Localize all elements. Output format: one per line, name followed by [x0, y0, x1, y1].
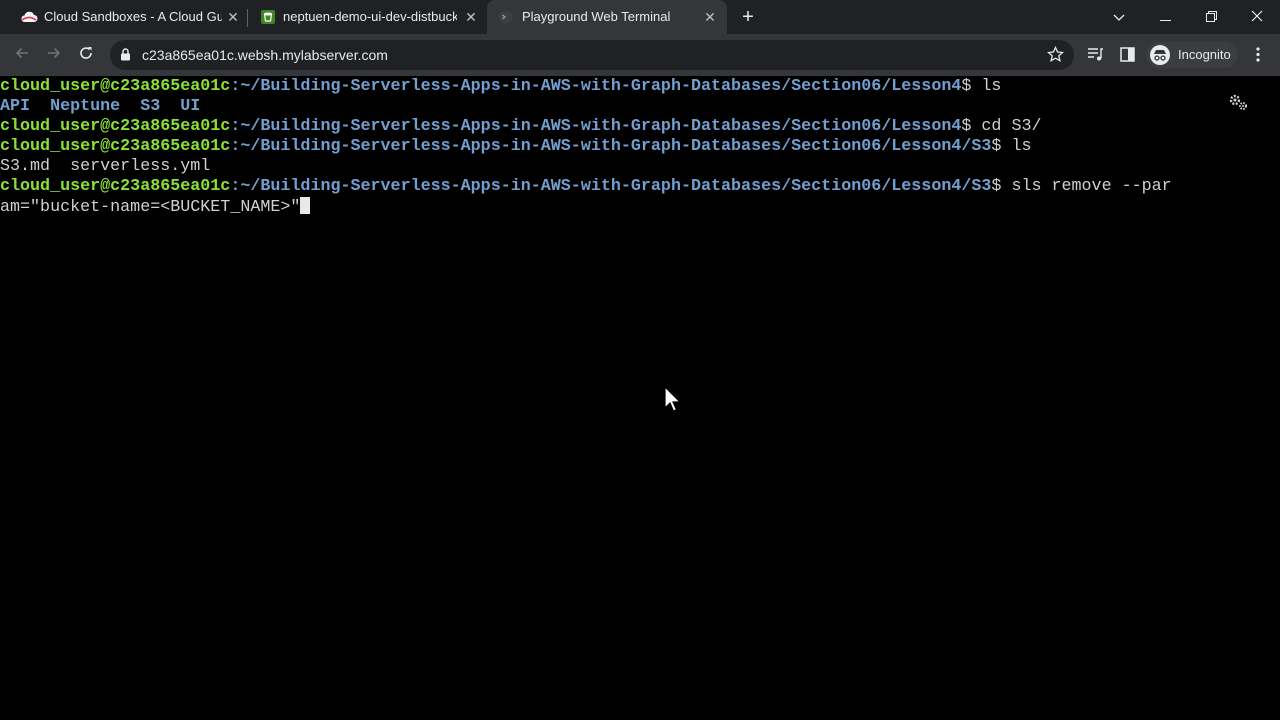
prompt-path: :~/Building-Serverless-Apps-in-AWS-with-…: [230, 137, 992, 156]
terminal-line: am="bucket-name=<BUCKET_NAME>": [0, 197, 311, 217]
mouse-pointer-icon: [664, 385, 682, 419]
tab-title: Cloud Sandboxes - A Cloud Guru: [44, 9, 222, 24]
prompt-user: cloud_user@c23a865ea01c: [0, 137, 231, 156]
prompt-path: :~/Building-Serverless-Apps-in-AWS-with-…: [230, 117, 962, 136]
tab-strip: Cloud Sandboxes - A Cloud Guru ✕ neptuen…: [0, 0, 1280, 34]
reload-icon[interactable]: [72, 41, 100, 69]
command-text: ls: [1011, 137, 1032, 156]
restore-button[interactable]: [1188, 0, 1234, 34]
profile-label: Incognito: [1178, 47, 1231, 62]
prompt-symbol: $: [991, 177, 1012, 196]
bookmark-star-icon[interactable]: [1046, 45, 1065, 68]
minimize-button[interactable]: [1142, 0, 1188, 34]
terminal-icon: [499, 10, 513, 27]
prompt-path: :~/Building-Serverless-Apps-in-AWS-with-…: [230, 177, 992, 196]
prompt-symbol: $: [991, 137, 1012, 156]
terminal-line: cloud_user@c23a865ea01c:~/Building-Serve…: [0, 177, 1172, 197]
dir-entry: UI: [180, 97, 201, 116]
command-text: ls: [981, 77, 1002, 96]
dir-entry: Neptune: [50, 97, 121, 116]
incognito-profile-button[interactable]: Incognito: [1146, 42, 1238, 68]
dir-entry: API: [0, 97, 31, 116]
command-text: sls remove --par: [1011, 177, 1172, 196]
window-close-button[interactable]: [1234, 0, 1280, 34]
prompt-symbol: $: [961, 77, 982, 96]
media-control-icon[interactable]: [1087, 47, 1104, 67]
file-listing: S3.md serverless.yml: [0, 157, 211, 176]
close-icon[interactable]: ✕: [464, 10, 478, 24]
terminal-line: cloud_user@c23a865ea01c:~/Building-Serve…: [0, 117, 1042, 137]
tab-title: neptuen-demo-ui-dev-distbucke: [283, 9, 457, 24]
terminal-line: cloud_user@c23a865ea01c:~/Building-Serve…: [0, 77, 1001, 97]
url-text[interactable]: c23a865ea01c.websh.mylabserver.com: [142, 47, 388, 63]
prompt-user: cloud_user@c23a865ea01c: [0, 77, 231, 96]
forward-arrow-icon[interactable]: [40, 41, 68, 69]
terminal-cursor: [300, 197, 311, 214]
terminal-line: cloud_user@c23a865ea01c:~/Building-Serve…: [0, 137, 1031, 157]
prompt-path: :~/Building-Serverless-Apps-in-AWS-with-…: [230, 77, 962, 96]
lock-icon[interactable]: [120, 48, 131, 66]
cloud-icon: [20, 11, 38, 26]
tab-search-chevron-icon[interactable]: [1096, 0, 1142, 34]
prompt-symbol: $: [961, 117, 982, 136]
side-panel-icon[interactable]: [1120, 47, 1135, 67]
dir-entry: S3: [140, 97, 161, 116]
tab-playground-web-terminal[interactable]: Playground Web Terminal ✕: [487, 0, 727, 34]
prompt-user: cloud_user@c23a865ea01c: [0, 117, 231, 136]
terminal-line: API Neptune S3 UI: [0, 97, 200, 117]
new-tab-button[interactable]: +: [728, 0, 768, 34]
command-text: am="bucket-name=<BUCKET_NAME>": [0, 198, 301, 217]
incognito-icon: [1150, 45, 1170, 70]
prompt-user: cloud_user@c23a865ea01c: [0, 177, 231, 196]
web-terminal[interactable]: cloud_user@c23a865ea01c:~/Building-Serve…: [0, 77, 1280, 720]
close-icon[interactable]: ✕: [703, 10, 717, 24]
kebab-menu-icon[interactable]: [1256, 47, 1260, 67]
s3-bucket-icon: [260, 9, 276, 28]
tab-title: Playground Web Terminal: [522, 9, 671, 24]
tab-s3-bucket[interactable]: neptuen-demo-ui-dev-distbucke ✕: [248, 0, 486, 34]
close-icon[interactable]: ✕: [226, 10, 240, 24]
back-arrow-icon[interactable]: [8, 41, 36, 69]
command-text: cd S3/: [981, 117, 1042, 136]
terminal-line: S3.md serverless.yml: [0, 157, 210, 177]
tab-cloud-sandboxes[interactable]: Cloud Sandboxes - A Cloud Guru ✕: [8, 0, 248, 34]
settings-gears-icon[interactable]: [1227, 93, 1249, 116]
